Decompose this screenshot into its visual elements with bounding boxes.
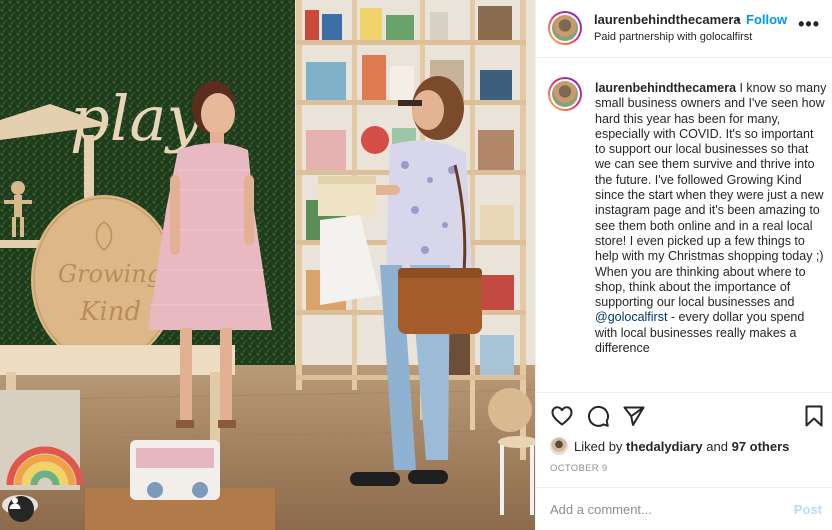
caption-text-2: When you are thinking about where to sho… (595, 264, 806, 310)
liked-by-prefix: Liked by (574, 438, 623, 454)
action-bar (536, 392, 832, 436)
post-comment-button[interactable]: Post (794, 502, 822, 517)
post-header: laurenbehindthecamera • Follow Paid part… (536, 0, 832, 58)
user-tag-icon (9, 497, 21, 509)
sign-text-growing: Growing (58, 260, 162, 288)
heart-icon (551, 406, 573, 426)
sign-text-kind: Kind (79, 297, 141, 327)
post-photo[interactable]: play Growing Kind (0, 0, 535, 530)
liker-avatar[interactable] (550, 437, 568, 455)
comment-bar: Post (536, 487, 832, 530)
follow-separator: • (736, 12, 741, 27)
post-caption: laurenbehindthecamera I know so many sma… (595, 81, 827, 356)
caption-mention-link[interactable]: @golocalfirst (595, 310, 667, 324)
liked-by-and: and (706, 438, 728, 454)
comment-button[interactable] (586, 404, 610, 428)
likes-summary: Liked by thedalydiary and 97 others (550, 436, 789, 456)
follow-button[interactable]: Follow (746, 12, 787, 27)
bookmark-icon (805, 405, 823, 427)
caption-scroll-area[interactable]: laurenbehindthecamera I know so many sma… (536, 59, 832, 392)
comment-icon (588, 405, 610, 427)
author-avatar[interactable] (548, 11, 582, 45)
liked-by-user[interactable]: thedalydiary (626, 439, 703, 454)
comment-input[interactable] (550, 498, 780, 520)
post-side-panel: laurenbehindthecamera • Follow Paid part… (535, 0, 832, 530)
caption-text-1: I know so many small business owners and… (595, 81, 827, 264)
like-button[interactable] (550, 404, 574, 428)
caption-username[interactable]: laurenbehindthecamera (595, 81, 736, 95)
author-username[interactable]: laurenbehindthecamera (594, 12, 741, 27)
share-icon (623, 406, 645, 426)
photo-scene: play Growing Kind (0, 0, 535, 530)
share-button[interactable] (622, 404, 646, 428)
user-tag-button[interactable] (8, 496, 34, 522)
caption-avatar[interactable] (548, 77, 582, 111)
liked-by-count[interactable]: 97 others (732, 439, 790, 454)
more-options-icon[interactable]: ••• (798, 14, 820, 35)
paid-partnership-label[interactable]: Paid partnership with golocalfirst (594, 31, 752, 43)
post-date[interactable]: OCTOBER 9 (550, 463, 607, 474)
save-button[interactable] (802, 404, 826, 428)
